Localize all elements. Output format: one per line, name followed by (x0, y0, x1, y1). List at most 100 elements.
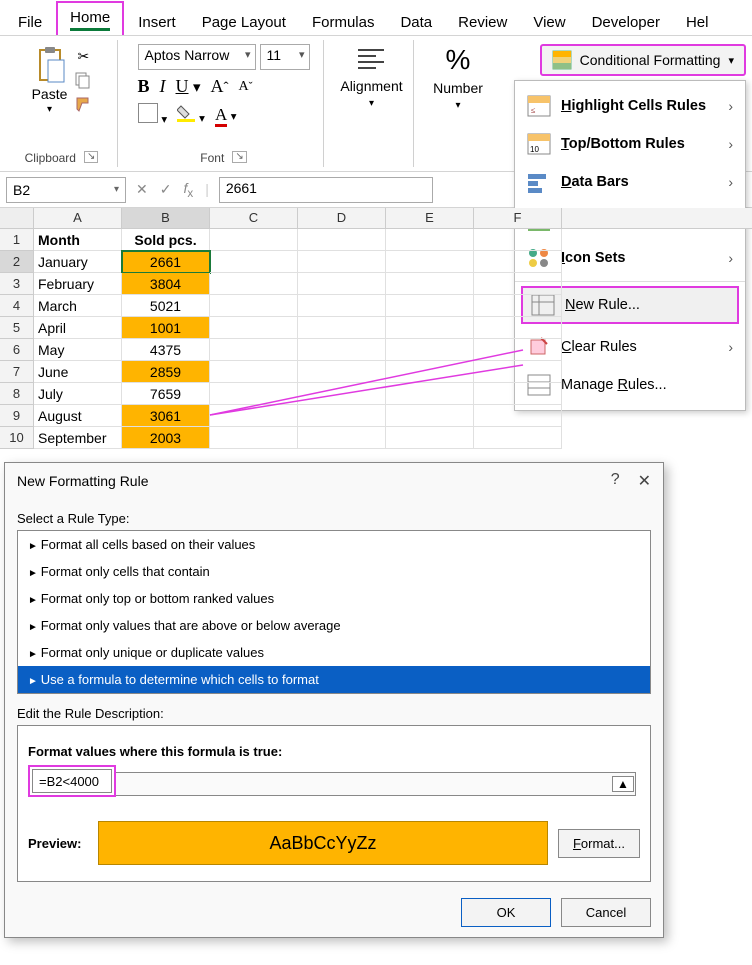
menu-review[interactable]: Review (446, 8, 519, 35)
row-header[interactable]: 7 (0, 361, 34, 383)
cell[interactable] (386, 383, 474, 405)
row-header[interactable]: 5 (0, 317, 34, 339)
cell[interactable]: 7659 (122, 383, 210, 405)
fx-icon[interactable]: fx (179, 180, 197, 200)
row-header[interactable]: 6 (0, 339, 34, 361)
cell[interactable]: 2003 (122, 427, 210, 449)
rule-type-option[interactable]: Format only unique or duplicate values (18, 639, 650, 666)
font-launcher-icon[interactable]: ↘ (232, 151, 246, 163)
cut-icon[interactable]: ✂ (73, 46, 93, 66)
rule-type-option[interactable]: Format all cells based on their values (18, 531, 650, 558)
cell[interactable] (474, 317, 562, 339)
font-color-button[interactable]: A ▾ (215, 105, 237, 125)
fill-color-button[interactable]: ▾ (177, 104, 205, 125)
conditional-formatting-button[interactable]: Conditional Formatting ▾ (540, 44, 746, 76)
cancel-formula-icon[interactable]: ✕ (132, 181, 152, 198)
cell[interactable] (210, 251, 298, 273)
font-size-combo[interactable]: 11 (260, 44, 310, 70)
cell[interactable]: August (34, 405, 122, 427)
bold-button[interactable]: B (138, 76, 150, 97)
cf-menu-highlight-cells-rules[interactable]: ≤Highlight Cells Rules› (515, 87, 745, 125)
font-name-combo[interactable]: Aptos Narrow (138, 44, 256, 70)
cell[interactable] (386, 229, 474, 251)
copy-icon[interactable] (73, 70, 93, 90)
menu-formulas[interactable]: Formulas (300, 8, 387, 35)
menu-developer[interactable]: Developer (580, 8, 672, 35)
cell[interactable] (298, 229, 386, 251)
cell[interactable]: 1001 (122, 317, 210, 339)
row-header[interactable]: 4 (0, 295, 34, 317)
cell[interactable] (210, 339, 298, 361)
rule-type-option[interactable]: Use a formula to determine which cells t… (18, 666, 650, 693)
cell[interactable]: April (34, 317, 122, 339)
italic-button[interactable]: I (160, 76, 166, 97)
formula-input-ext[interactable] (116, 772, 636, 796)
format-button[interactable]: Format... (558, 829, 640, 858)
name-box[interactable]: B2 (6, 177, 126, 203)
cell[interactable] (474, 427, 562, 449)
menu-file[interactable]: File (6, 8, 54, 35)
grow-font-icon[interactable]: Aˆ (211, 76, 229, 97)
cell[interactable] (474, 339, 562, 361)
cell[interactable] (298, 361, 386, 383)
row-header[interactable]: 3 (0, 273, 34, 295)
cell[interactable] (298, 273, 386, 295)
cell[interactable] (474, 361, 562, 383)
cell[interactable] (386, 361, 474, 383)
help-icon[interactable]: ? (611, 471, 620, 491)
cell[interactable] (474, 383, 562, 405)
cancel-button[interactable]: Cancel (561, 898, 651, 927)
cell[interactable] (298, 427, 386, 449)
cell[interactable] (210, 317, 298, 339)
close-icon[interactable]: ✕ (638, 471, 651, 491)
range-picker-icon[interactable]: ▲ (612, 776, 634, 792)
borders-button[interactable]: ▾ (138, 103, 168, 126)
row-header[interactable]: 1 (0, 229, 34, 251)
cell[interactable]: July (34, 383, 122, 405)
cell[interactable] (386, 273, 474, 295)
menu-view[interactable]: View (521, 8, 577, 35)
cell[interactable]: March (34, 295, 122, 317)
formula-input[interactable] (32, 769, 112, 793)
enter-formula-icon[interactable]: ✓ (156, 181, 176, 198)
ok-button[interactable]: OK (461, 898, 551, 927)
menu-insert[interactable]: Insert (126, 8, 188, 35)
cell[interactable] (210, 295, 298, 317)
col-E[interactable]: E (386, 208, 474, 228)
menu-pagelayout[interactable]: Page Layout (190, 8, 298, 35)
cell[interactable] (298, 317, 386, 339)
cell[interactable] (210, 383, 298, 405)
worksheet-grid[interactable]: A B C D E F 1MonthSold pcs.2January26613… (0, 208, 752, 449)
cell[interactable] (386, 251, 474, 273)
cell[interactable]: 3061 (122, 405, 210, 427)
cell[interactable]: Month (34, 229, 122, 251)
cell[interactable]: May (34, 339, 122, 361)
cell[interactable] (474, 229, 562, 251)
menu-help[interactable]: Hel (674, 8, 721, 35)
cell[interactable] (386, 295, 474, 317)
paste-button[interactable]: Paste ▾ (30, 44, 70, 117)
col-A[interactable]: A (34, 208, 122, 228)
cell[interactable]: 4375 (122, 339, 210, 361)
row-header[interactable]: 2 (0, 251, 34, 273)
cell[interactable] (210, 229, 298, 251)
row-header[interactable]: 10 (0, 427, 34, 449)
cf-menu-top-bottom-rules[interactable]: 10Top/Bottom Rules› (515, 125, 745, 163)
cell[interactable] (386, 405, 474, 427)
formula-bar[interactable]: 2661 (219, 177, 433, 203)
cell[interactable] (210, 361, 298, 383)
col-B[interactable]: B (122, 208, 210, 228)
row-header[interactable]: 9 (0, 405, 34, 427)
format-painter-icon[interactable] (73, 94, 93, 114)
cell[interactable] (298, 383, 386, 405)
cell[interactable] (298, 295, 386, 317)
clipboard-launcher-icon[interactable]: ↘ (84, 151, 98, 163)
cell[interactable]: January (34, 251, 122, 273)
cell[interactable]: Sold pcs. (122, 229, 210, 251)
alignment-button[interactable]: Alignment ▾ (340, 44, 402, 109)
rule-type-option[interactable]: Format only cells that contain (18, 558, 650, 585)
number-button[interactable]: % Number ▾ (433, 44, 483, 111)
cf-menu-data-bars[interactable]: Data Bars› (515, 163, 745, 201)
cell[interactable] (210, 405, 298, 427)
cell[interactable] (474, 273, 562, 295)
